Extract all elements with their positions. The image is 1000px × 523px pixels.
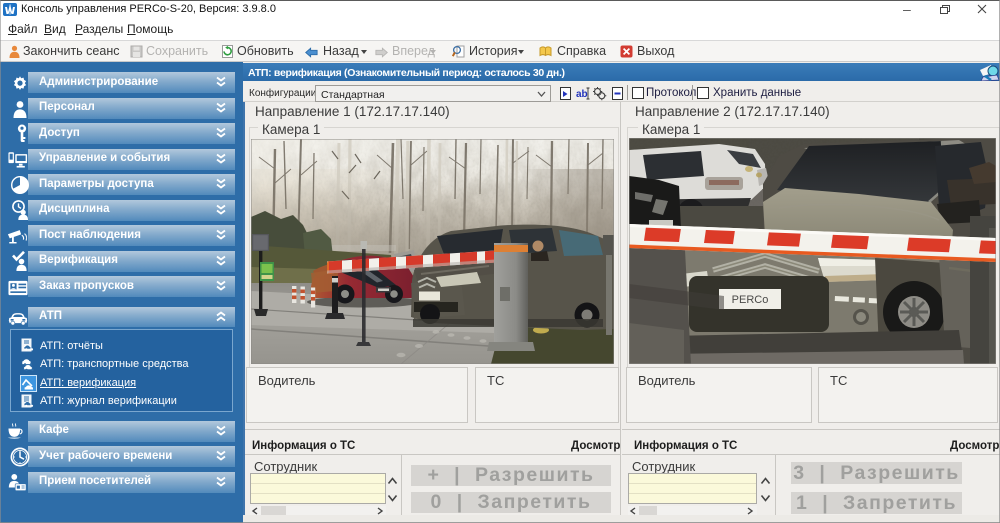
svg-text:ab: ab xyxy=(576,89,588,100)
svg-text:PERCo: PERCo xyxy=(732,294,769,306)
